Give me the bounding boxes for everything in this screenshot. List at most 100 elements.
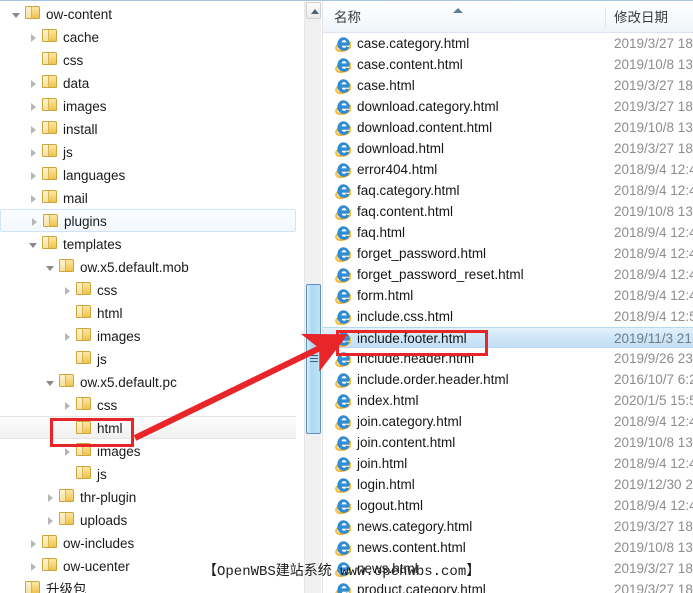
tree-item-ow-x5-default-mob[interactable]: ow.x5.default.mob [0,255,304,278]
file-name: download.content.html [357,120,493,135]
chevron-right-icon[interactable] [44,509,59,532]
chevron-right-icon[interactable] [27,118,42,141]
tree-item-uploads[interactable]: uploads [0,508,304,531]
tree-item-images[interactable]: images [0,94,304,117]
tree-item-install[interactable]: install [0,117,304,140]
chevron-right-icon[interactable] [27,164,42,187]
file-row[interactable]: download.html 2019/3/27 18:16 [323,138,693,159]
tree-item-label: data [63,75,90,91]
tree-item-images[interactable]: images [0,439,304,462]
tree-item-js[interactable]: js [0,462,304,485]
tree-item-css[interactable]: css [0,393,304,416]
folder-icon [42,167,58,181]
file-row[interactable]: form.html 2018/9/4 12:46 [323,285,693,306]
file-row[interactable]: join.content.html 2019/10/8 13:36 [323,432,693,453]
file-row[interactable]: forget_password.html 2018/9/4 12:46 [323,243,693,264]
file-row[interactable]: faq.category.html 2018/9/4 12:46 [323,180,693,201]
file-name: faq.content.html [357,204,454,219]
chevron-right-icon[interactable] [27,26,42,49]
file-date-modified: 2019/10/8 13:36 [614,540,693,555]
chevron-right-icon[interactable] [27,95,42,118]
file-row[interactable]: include.order.header.html 2016/10/7 6:25 [323,369,693,390]
file-row[interactable]: index.html 2020/1/5 15:58 [323,390,693,411]
file-explorer-window: ow-content cache css data images install js lan… [0,0,693,593]
chevron-right-icon[interactable] [61,325,76,348]
internet-explorer-icon [335,225,352,242]
file-row[interactable]: faq.html 2018/9/4 12:46 [323,222,693,243]
scroll-up-arrow-icon[interactable] [306,2,321,19]
tree-item-html[interactable]: html [0,416,296,439]
chevron-down-icon[interactable] [27,233,42,256]
file-row[interactable]: case.content.html 2019/10/8 13:36 [323,54,693,75]
file-row[interactable]: case.category.html 2019/3/27 18:20 [323,33,693,54]
file-row[interactable]: include.css.html 2018/9/4 12:54 [323,306,693,327]
file-date-modified: 2019/9/26 23:42 [614,351,693,366]
tree-vertical-scrollbar[interactable] [304,2,321,593]
file-date-modified: 2018/9/4 12:46 [614,498,693,513]
file-list-pane[interactable]: 名称 修改日期 case.category.html 2019/3/27 18:2… [322,2,693,593]
tree-item-ow-includes[interactable]: ow-includes [0,531,304,554]
folder-tree-pane[interactable]: ow-content cache css data images install js lan… [0,2,304,593]
file-row[interactable]: download.category.html 2019/3/27 18:16 [323,96,693,117]
chevron-down-icon[interactable] [44,371,59,394]
tree-item-templates[interactable]: templates [0,232,304,255]
file-row[interactable]: forget_password_reset.html 2018/9/4 12:46 [323,264,693,285]
file-row[interactable]: login.html 2019/12/30 22:06 [323,474,693,495]
tree-item-ow-ucenter[interactable]: ow-ucenter [0,554,304,577]
file-row[interactable]: news.content.html 2019/10/8 13:36 [323,537,693,558]
file-row[interactable]: join.html 2018/9/4 12:46 [323,453,693,474]
tree-item-thr-plugin[interactable]: thr-plugin [0,485,304,508]
chevron-right-icon[interactable] [27,187,42,210]
file-row[interactable]: case.html 2019/3/27 18:20 [323,75,693,96]
chevron-right-icon[interactable] [61,440,76,463]
tree-item-css[interactable]: css [0,278,304,301]
tree-item-html[interactable]: html [0,301,304,324]
file-row[interactable]: faq.content.html 2019/10/8 13:36 [323,201,693,222]
internet-explorer-icon [335,246,352,263]
tree-item-cache[interactable]: cache [0,25,304,48]
tree-item-images[interactable]: images [0,324,304,347]
internet-explorer-icon [335,162,352,179]
file-row[interactable]: include.header.html 2019/9/26 23:42 [323,348,693,369]
column-divider[interactable] [605,7,606,27]
tree-item-js[interactable]: js [0,140,304,163]
tree-item-plugins[interactable]: plugins [0,209,296,232]
folder-icon [76,466,92,480]
file-row[interactable]: news.category.html 2019/3/27 18:16 [323,516,693,537]
file-date-modified: 2018/9/4 12:54 [614,309,693,324]
tree-item--[interactable]: 升级包 [0,577,304,593]
file-row[interactable]: product.category.html 2019/3/27 18:16 [323,579,693,593]
chevron-right-icon[interactable] [61,394,76,417]
tree-item-data[interactable]: data [0,71,304,94]
file-date-modified: 2018/9/4 12:46 [614,267,693,282]
chevron-right-icon[interactable] [27,72,42,95]
tree-item-ow-content[interactable]: ow-content [0,2,304,25]
tree-item-label: languages [63,167,126,183]
column-header-name[interactable]: 名称 [334,2,361,32]
chevron-right-icon[interactable] [44,486,59,509]
tree-item-label: templates [63,236,122,252]
chevron-right-icon[interactable] [61,279,76,302]
tree-item-languages[interactable]: languages [0,163,304,186]
chevron-right-icon[interactable] [27,141,42,164]
scrollbar-thumb[interactable] [306,284,321,434]
tree-item-css[interactable]: css [0,48,304,71]
file-date-modified: 2019/10/8 13:36 [614,435,693,450]
file-row[interactable]: join.category.html 2018/9/4 12:46 [323,411,693,432]
chevron-down-icon[interactable] [44,256,59,279]
chevron-right-icon[interactable] [28,210,43,233]
file-row[interactable]: download.content.html 2019/10/8 13:36 [323,117,693,138]
file-row[interactable]: news.html 2019/3/27 18:16 [323,558,693,579]
file-row[interactable]: error404.html 2018/9/4 12:46 [323,159,693,180]
tree-item-js[interactable]: js [0,347,304,370]
chevron-down-icon[interactable] [10,3,25,26]
column-header-date-modified[interactable]: 修改日期 [614,2,668,32]
chevron-right-icon[interactable] [27,532,42,555]
tree-item-ow-x5-default-pc[interactable]: ow.x5.default.pc [0,370,304,393]
file-row[interactable]: include.footer.html 2019/11/3 21:00 [323,327,693,348]
tree-item-mail[interactable]: mail [0,186,304,209]
file-date-modified: 2018/9/4 12:46 [614,288,693,303]
file-row[interactable]: logout.html 2018/9/4 12:46 [323,495,693,516]
file-date-modified: 2019/3/27 18:16 [614,141,693,156]
chevron-right-icon[interactable] [27,555,42,578]
